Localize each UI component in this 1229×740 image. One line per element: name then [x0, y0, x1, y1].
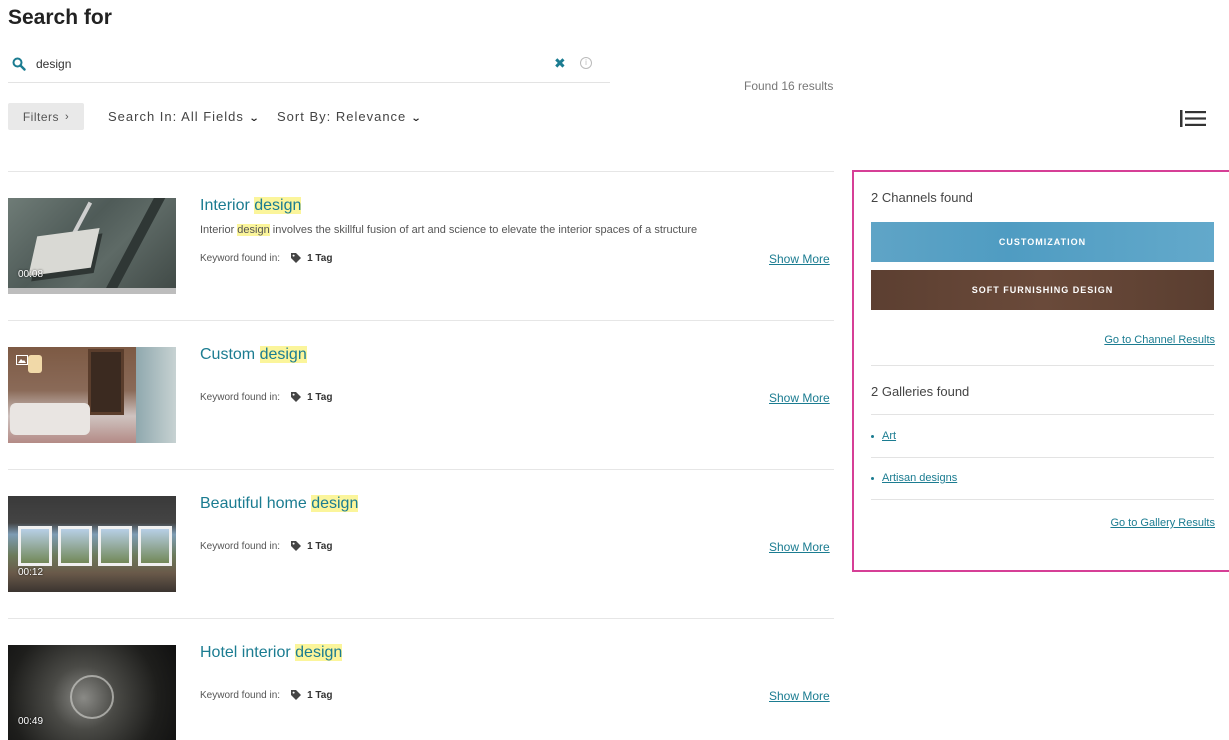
result-title[interactable]: Beautiful home design — [200, 495, 359, 513]
thumbnail-art — [138, 526, 172, 566]
video-thumbnail[interactable]: 00:08 — [8, 198, 176, 294]
tag-icon — [291, 253, 302, 263]
divider — [871, 365, 1214, 366]
sort-by-label: Sort By: Relevance — [277, 109, 407, 124]
galleries-heading: 2 Galleries found — [871, 384, 970, 399]
description-text: involves the skillful fusion of art and … — [269, 224, 698, 236]
video-progress-bar — [8, 288, 176, 294]
gallery-link-artisan-designs[interactable]: Artisan designs — [882, 472, 957, 484]
divider — [871, 457, 1214, 458]
title-highlight: design — [295, 644, 343, 661]
image-icon — [16, 355, 28, 365]
bullet-icon — [871, 434, 874, 438]
divider — [871, 499, 1214, 500]
video-duration: 00:49 — [18, 716, 44, 727]
show-more-link[interactable]: Show More — [769, 252, 830, 266]
tag-count[interactable]: 1 Tag — [307, 541, 332, 552]
video-thumbnail[interactable]: 00:12 — [8, 496, 176, 592]
chevron-right-icon: › — [65, 110, 70, 123]
search-in-dropdown[interactable]: Search In: All Fields ⌄ — [108, 109, 259, 124]
thumbnail-art — [98, 526, 132, 566]
filters-button[interactable]: Filters › — [8, 103, 84, 130]
side-panel: 2 Channels found CUSTOMIZATION SOFT FURN… — [852, 170, 1229, 572]
chevron-down-icon: ⌄ — [248, 113, 261, 124]
video-duration: 00:08 — [18, 269, 44, 280]
tag-count[interactable]: 1 Tag — [307, 253, 332, 264]
thumbnail-art — [10, 403, 90, 435]
keyword-found-in: Keyword found in: 1 Tag — [200, 391, 332, 403]
search-input[interactable] — [36, 54, 536, 74]
go-to-channel-results-link[interactable]: Go to Channel Results — [1104, 334, 1215, 346]
filters-label: Filters — [22, 109, 59, 124]
title-highlight: design — [259, 346, 307, 363]
tag-icon — [291, 690, 302, 700]
results-list: 00:08 Interior design Interior design in… — [8, 171, 834, 740]
keyword-label: Keyword found in: — [200, 540, 281, 552]
video-duration: 00:12 — [18, 567, 44, 578]
title-text: Interior — [200, 197, 255, 214]
thumbnail-art — [70, 675, 114, 719]
result-title[interactable]: Interior design — [200, 197, 302, 215]
gallery-item: Art — [871, 430, 1206, 442]
channel-banner-customization[interactable]: CUSTOMIZATION — [871, 222, 1214, 262]
keyword-found-in: Keyword found in: 1 Tag — [200, 252, 332, 264]
description-highlight: design — [237, 224, 270, 236]
result-item: 00:49 Hotel interior design Keyword foun… — [8, 618, 834, 740]
result-description: Interior design involves the skillful fu… — [200, 224, 697, 236]
tag-icon — [291, 541, 302, 551]
tag-count[interactable]: 1 Tag — [307, 690, 332, 701]
video-thumbnail[interactable]: 00:49 — [8, 645, 176, 740]
go-to-gallery-results-link[interactable]: Go to Gallery Results — [1110, 517, 1215, 529]
list-view-icon[interactable] — [1180, 110, 1206, 127]
thumbnail-art — [100, 198, 166, 294]
title-highlight: design — [254, 197, 302, 214]
keyword-label: Keyword found in: — [200, 689, 281, 701]
title-text: Custom — [200, 346, 260, 363]
channel-banner-soft-furnishing[interactable]: SOFT FURNISHING DESIGN — [871, 270, 1214, 310]
search-in-label: Search In: All Fields — [108, 109, 244, 124]
tag-icon — [291, 392, 302, 402]
keyword-found-in: Keyword found in: 1 Tag — [200, 540, 332, 552]
result-item: 00:12 Beautiful home design Keyword foun… — [8, 469, 834, 618]
channels-heading: 2 Channels found — [871, 190, 973, 205]
channel-label: SOFT FURNISHING DESIGN — [971, 285, 1114, 295]
show-more-link[interactable]: Show More — [769, 540, 830, 554]
thumbnail-art — [136, 347, 176, 443]
info-icon[interactable]: i — [580, 57, 592, 69]
search-icon — [12, 57, 26, 71]
result-item: 00:08 Interior design Interior design in… — [8, 171, 834, 320]
results-count: Found 16 results — [744, 79, 834, 93]
page-title: Search for — [8, 6, 112, 29]
show-more-link[interactable]: Show More — [769, 689, 830, 703]
video-thumbnail[interactable] — [8, 347, 176, 443]
description-text: Interior — [200, 224, 238, 236]
thumbnail-art — [88, 349, 124, 415]
keyword-label: Keyword found in: — [200, 252, 281, 264]
tag-count[interactable]: 1 Tag — [307, 392, 332, 403]
gallery-item: Artisan designs — [871, 472, 1206, 484]
title-text: Beautiful home — [200, 495, 312, 512]
title-text: Hotel interior — [200, 644, 296, 661]
result-title[interactable]: Hotel interior design — [200, 644, 343, 662]
thumbnail-art — [58, 526, 92, 566]
gallery-link-art[interactable]: Art — [882, 430, 896, 442]
sort-by-dropdown[interactable]: Sort By: Relevance ⌄ — [277, 109, 422, 124]
result-title[interactable]: Custom design — [200, 346, 307, 364]
keyword-label: Keyword found in: — [200, 391, 281, 403]
result-item: Custom design Keyword found in: 1 Tag Sh… — [8, 320, 834, 469]
search-bar: ✖ i — [8, 50, 610, 83]
title-highlight: design — [311, 495, 359, 512]
chevron-down-icon: ⌄ — [410, 113, 424, 124]
bullet-icon — [871, 476, 874, 480]
clear-search-icon[interactable]: ✖ — [554, 55, 566, 71]
thumbnail-art — [28, 355, 42, 373]
divider — [871, 414, 1214, 415]
channel-label: CUSTOMIZATION — [998, 237, 1087, 247]
keyword-found-in: Keyword found in: 1 Tag — [200, 689, 332, 701]
show-more-link[interactable]: Show More — [769, 391, 830, 405]
thumbnail-art — [18, 526, 52, 566]
